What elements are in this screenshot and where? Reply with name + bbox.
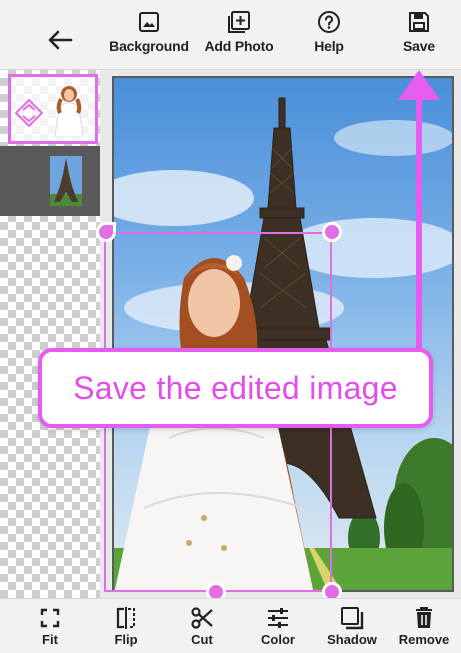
add-photo-button[interactable]: Add Photo: [194, 6, 284, 66]
shadow-button[interactable]: Shadow: [314, 603, 390, 653]
add-photo-label: Add Photo: [204, 38, 274, 54]
layer-item-background[interactable]: [0, 146, 100, 216]
top-toolbar: Background Add Photo Help Save: [0, 0, 461, 70]
rotate-handle[interactable]: [322, 222, 342, 242]
help-label: Help: [314, 38, 344, 54]
flip-label: Flip: [114, 632, 138, 647]
pointer-arrow-icon: [398, 70, 440, 100]
add-photo-icon: [228, 11, 250, 33]
shadow-label: Shadow: [327, 632, 377, 647]
bottom-toolbar: Fit Flip Cut Color Shadow Remove: [0, 598, 461, 653]
cut-button[interactable]: Cut: [164, 603, 240, 653]
flip-button[interactable]: Flip: [88, 603, 164, 653]
trash-icon: [416, 607, 432, 628]
layer-item-girl[interactable]: [8, 74, 98, 144]
pointer-arrow-line: [416, 84, 422, 354]
shadow-icon: [341, 607, 364, 630]
layer-panel: [0, 70, 100, 598]
help-circle-icon: [318, 11, 340, 33]
sliders-icon: [268, 608, 288, 628]
arrow-left-icon: [48, 30, 73, 50]
image-icon: [139, 12, 159, 32]
help-button[interactable]: Help: [284, 6, 374, 66]
tutorial-callout: Save the edited image: [38, 348, 433, 428]
remove-button[interactable]: Remove: [386, 603, 461, 653]
background-label: Background: [109, 38, 189, 54]
fit-button[interactable]: Fit: [12, 603, 88, 653]
save-button[interactable]: Save: [374, 6, 461, 66]
move-handle-icon[interactable]: [15, 99, 43, 127]
remove-label: Remove: [398, 632, 450, 647]
scissors-icon: [191, 607, 213, 629]
save-icon: [409, 12, 429, 32]
back-button[interactable]: [42, 22, 78, 58]
save-label: Save: [403, 38, 435, 54]
girl-thumbnail: [54, 86, 84, 137]
corner-handle-top-left[interactable]: [96, 222, 116, 242]
tower-thumbnail: [50, 156, 82, 206]
flip-icon: [116, 607, 135, 629]
cut-label: Cut: [191, 632, 213, 647]
color-button[interactable]: Color: [240, 603, 316, 653]
fit-icon: [40, 608, 60, 628]
fit-label: Fit: [42, 632, 58, 647]
callout-text: Save the edited image: [73, 369, 398, 406]
color-label: Color: [261, 632, 295, 647]
background-button[interactable]: Background: [104, 6, 194, 66]
